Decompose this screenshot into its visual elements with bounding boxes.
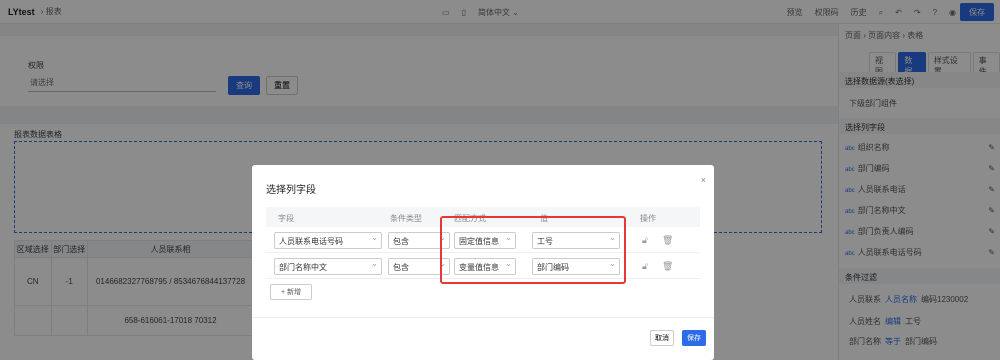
add-row-button[interactable]: + 新增: [270, 284, 312, 300]
cancel-button[interactable]: 取消: [650, 330, 674, 346]
trash-icon[interactable]: 🗑︎: [662, 261, 673, 272]
header-type: 条件类型: [390, 214, 422, 223]
unlock-icon[interactable]: 🔓︎: [642, 235, 648, 246]
trash-icon[interactable]: 🗑︎: [662, 235, 673, 246]
confirm-button[interactable]: 保存: [682, 330, 706, 346]
modal-footer-divider: [252, 317, 714, 318]
header-field: 字段: [278, 214, 294, 223]
close-icon[interactable]: ×: [701, 175, 706, 185]
highlight-box: [440, 216, 626, 284]
header-action: 操作: [640, 214, 656, 223]
field-select[interactable]: 人员联系电话号码: [274, 232, 382, 249]
modal-title: 选择列字段: [266, 185, 316, 196]
field-select[interactable]: 部门名称中文: [274, 258, 382, 275]
unlock-icon[interactable]: 🔓︎: [642, 261, 648, 272]
